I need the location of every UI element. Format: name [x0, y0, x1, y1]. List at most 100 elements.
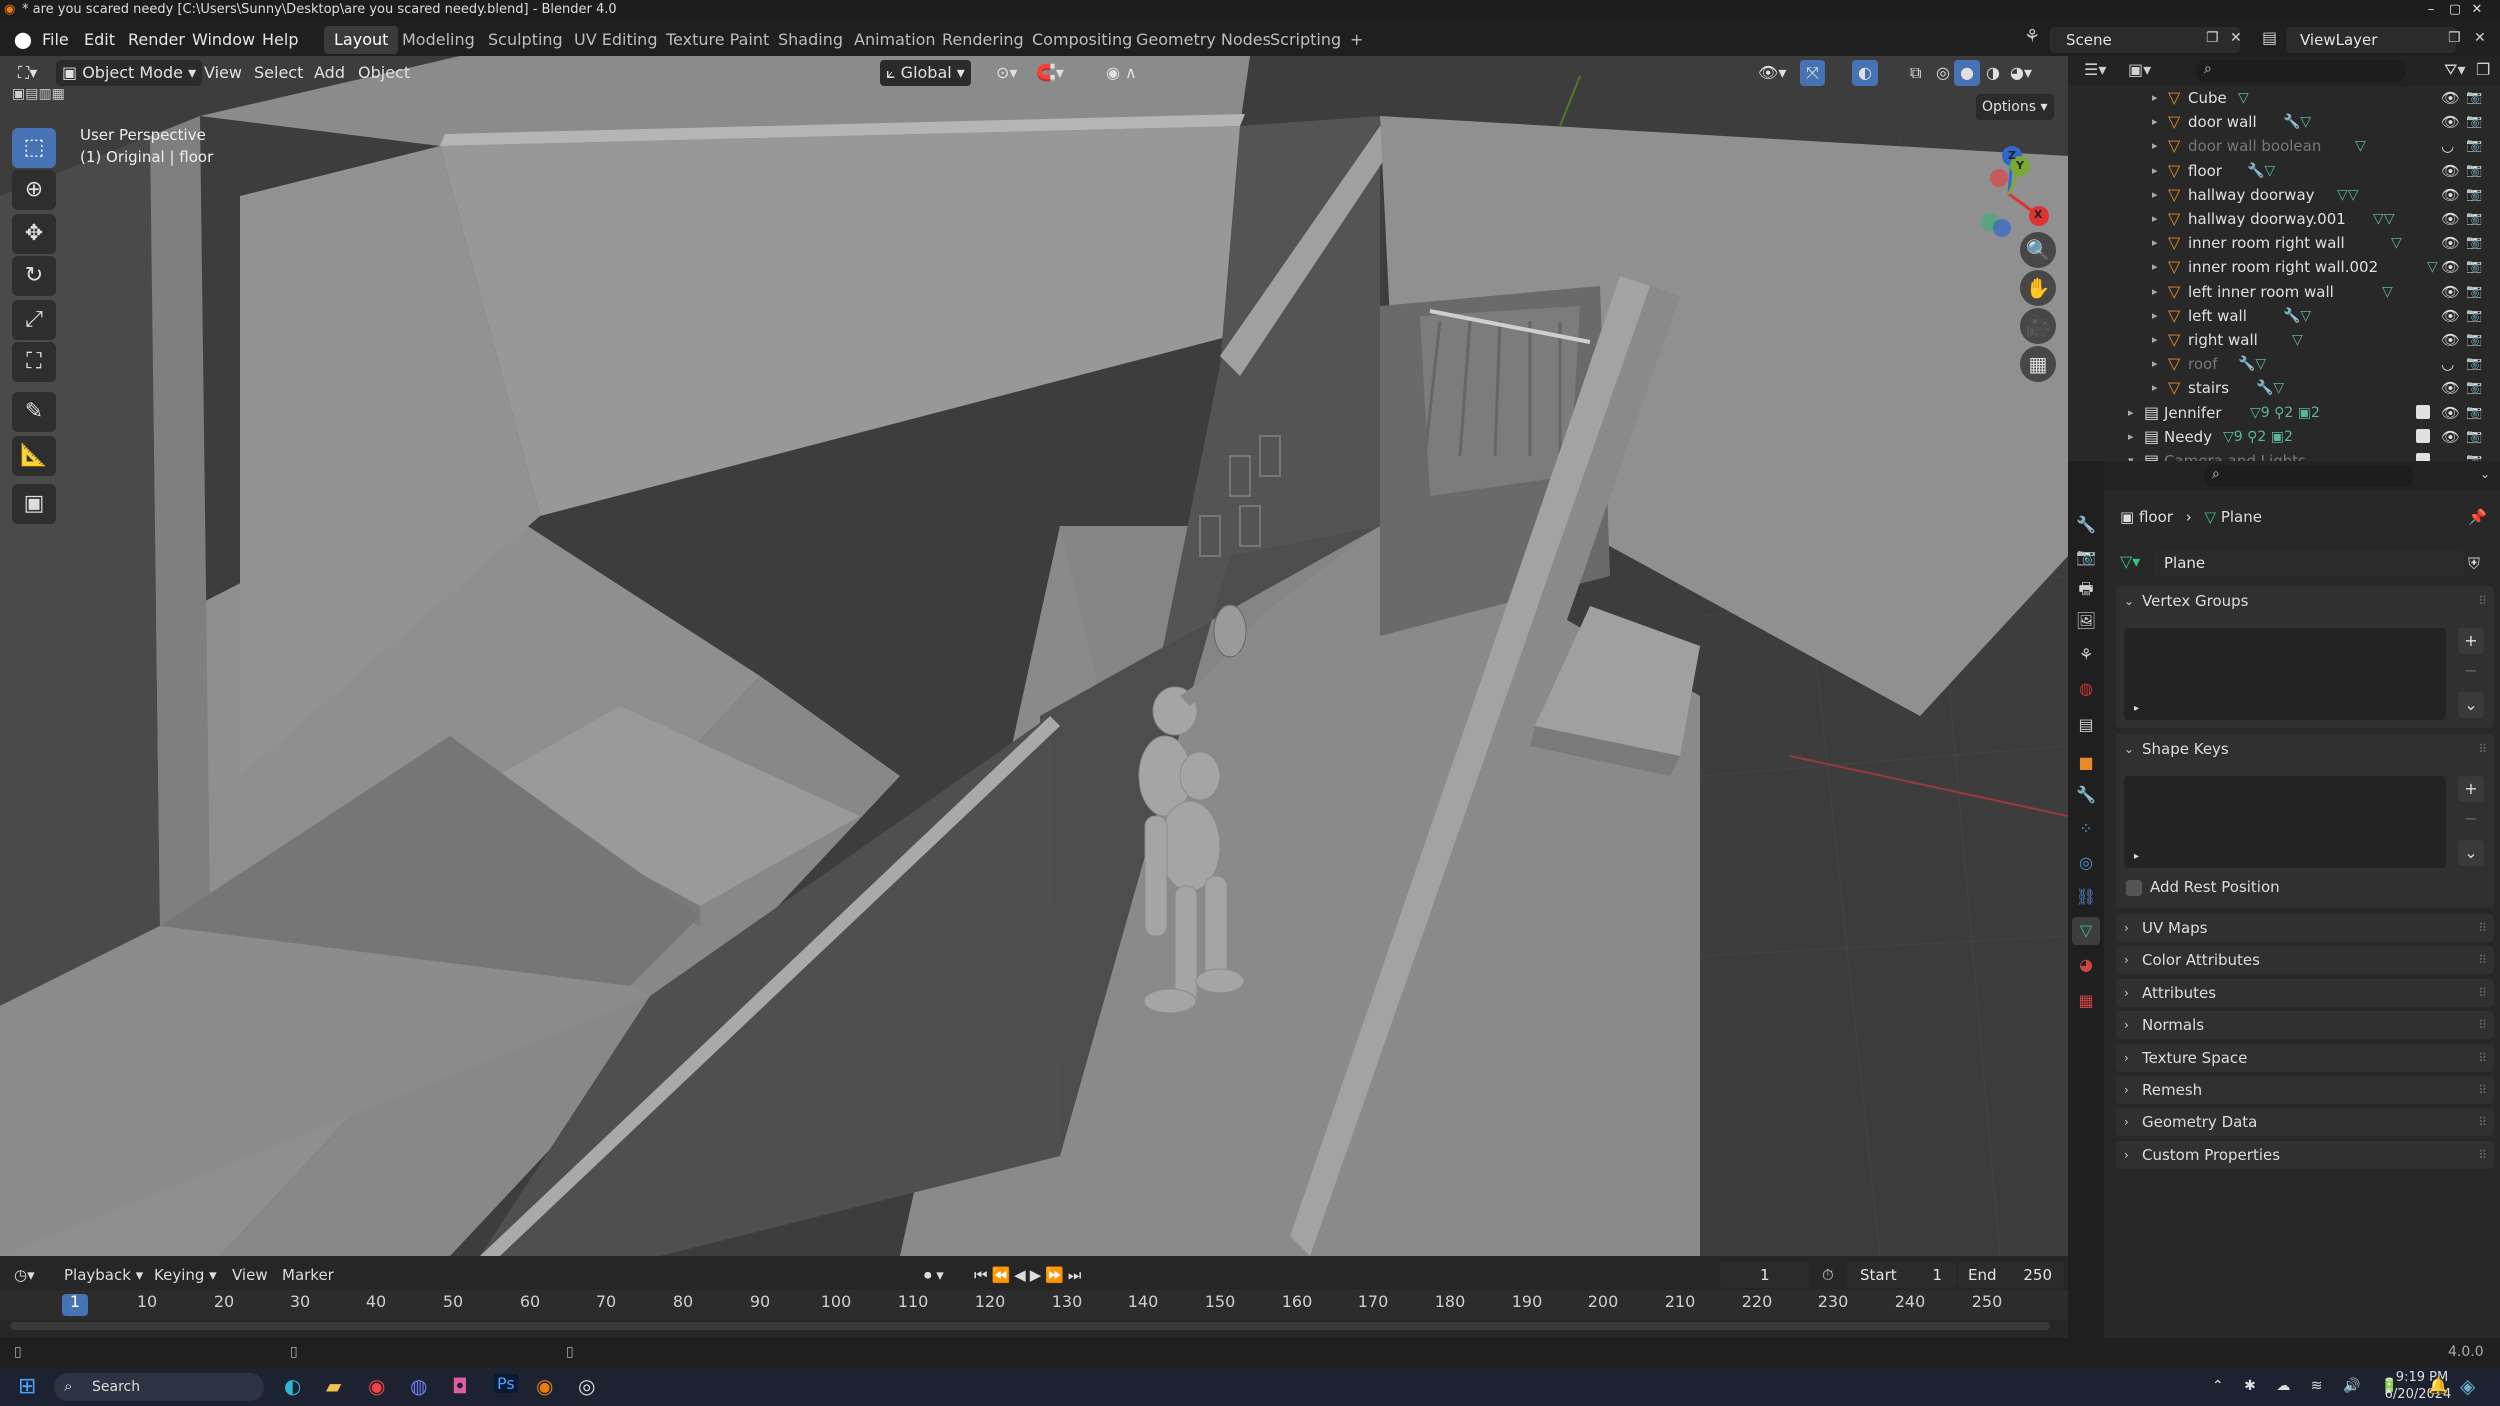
render-camera-icon[interactable]: 📷 — [2466, 401, 2482, 425]
outliner-editor-icon[interactable]: ☰▾ — [2084, 60, 2106, 79]
panel-header[interactable]: › Remesh ⠿ — [2116, 1076, 2494, 1104]
editor-type-icon[interactable]: ⛶▾ — [12, 60, 43, 86]
display-mode-icon[interactable]: ▣▾ — [2128, 60, 2151, 79]
object-tab-icon[interactable]: ■ — [2072, 749, 2100, 777]
panel-custom-properties[interactable]: › Custom Properties ⠿ — [2116, 1140, 2494, 1169]
timeline-menu-view[interactable]: View — [232, 1262, 268, 1288]
list-expand-icon[interactable]: ▸ — [2134, 703, 2139, 714]
outliner-object-row[interactable]: ▸ ▽ stairs 🔧▽ 👁 📷 — [2068, 376, 2500, 400]
modifier-data-icons[interactable]: ▽ — [2292, 328, 2303, 352]
drag-handle-icon[interactable]: ⠿ — [2478, 586, 2487, 616]
panel-header[interactable]: › Geometry Data ⠿ — [2116, 1108, 2494, 1136]
render-camera-icon[interactable]: 📷 — [2466, 110, 2482, 134]
pan-hand-icon[interactable]: ✋ — [2020, 270, 2056, 306]
scale-tool[interactable]: ⤢ — [12, 300, 56, 340]
expand-arrow-icon[interactable]: ▸ — [2128, 401, 2134, 425]
modifier-data-icons[interactable]: 🔧▽ — [2283, 110, 2311, 134]
selection-mode-icons[interactable]: ▣▤▥▦ — [12, 86, 65, 102]
drag-handle-icon[interactable]: ⠿ — [2478, 979, 2487, 1007]
panel-uv-maps[interactable]: › UV Maps ⠿ — [2116, 914, 2494, 942]
options-dropdown[interactable]: Options ▾ — [1976, 94, 2054, 120]
cursor-tool[interactable]: ⊕ — [12, 170, 56, 210]
remove-scene-icon[interactable]: ✕ — [2230, 30, 2242, 46]
tab-geometry-nodes[interactable]: Geometry Nodes — [1126, 26, 1281, 54]
view-layer-selector[interactable]: ViewLayer — [2286, 27, 2456, 53]
eye-icon[interactable]: 👁 — [2441, 425, 2460, 449]
3d-viewport[interactable]: ⬚ ⊕ ✥ ↻ ⤢ ⛶ ✎ 📐 ▣ User Perspective (1) O… — [0, 56, 2068, 1256]
tab-compositing[interactable]: Compositing — [1022, 26, 1142, 54]
gizmo-toggle-icon[interactable]: ⤧ — [1800, 60, 1825, 86]
expand-arrow-icon[interactable]: ▸ — [2152, 376, 2158, 400]
eye-icon[interactable]: 👁 — [2441, 401, 2460, 425]
render-camera-icon[interactable]: 📷 — [2466, 183, 2482, 207]
expand-arrow-icon[interactable]: ▸ — [2152, 86, 2158, 110]
add-shape-key-button[interactable]: + — [2458, 776, 2484, 802]
outliner-object-row[interactable]: ▸ ▽ inner room right wall.002 ▽ 👁 📷 — [2068, 255, 2500, 279]
pin-icon[interactable]: 📌 — [2468, 508, 2487, 526]
remove-shape-key-button[interactable]: − — [2458, 806, 2484, 832]
viewport-menu-view[interactable]: View — [198, 60, 248, 86]
outliner[interactable]: ☰▾ ▣▾ ⌕ ⛛▾ ❐ ▸ ▽ Cube ▽ 👁 📷 ▸ ▽ door wall 🔧▽ 👁 📷 ▸ ▽ d… — [2068, 56, 2500, 461]
modifier-data-icons[interactable]: 🔧▽ — [2247, 159, 2275, 183]
edge-icon[interactable]: ◐ — [284, 1374, 301, 1398]
expand-arrow-icon[interactable]: ▸ — [2152, 231, 2158, 255]
filter-icon[interactable]: ⛛▾ — [2444, 60, 2465, 80]
mesh-data-tab-icon[interactable]: ▽ — [2072, 917, 2100, 945]
drag-handle-icon[interactable]: ⠿ — [2478, 734, 2487, 764]
render-camera-icon[interactable]: 📷 — [2466, 280, 2482, 304]
fake-user-icon[interactable]: ⛨ — [2468, 554, 2480, 574]
move-tool[interactable]: ✥ — [12, 214, 56, 254]
exclude-checkbox[interactable] — [2416, 428, 2430, 443]
outliner-object-row[interactable]: ▸ ▽ right wall ▽ 👁 📷 — [2068, 328, 2500, 352]
panel-header[interactable]: › Color Attributes ⠿ — [2116, 946, 2494, 974]
modifier-data-icons[interactable]: ▽9 ⚲2 ▣2 — [2250, 401, 2320, 425]
list-expand-icon[interactable]: ▸ — [2134, 851, 2139, 862]
modifier-data-icons[interactable]: 🔧▽ — [2283, 304, 2311, 328]
new-scene-icon[interactable]: ❐ — [2206, 30, 2219, 46]
discord-icon[interactable]: ◍ — [410, 1374, 427, 1398]
tab-layout[interactable]: Layout — [324, 26, 399, 54]
expand-arrow-icon[interactable]: ▸ — [2152, 183, 2158, 207]
instagram-icon[interactable]: ◘ — [452, 1374, 468, 1398]
outliner-object-row[interactable]: ▸ ▽ inner room right wall ▽ 👁 📷 — [2068, 231, 2500, 255]
timeline-menu-playback[interactable]: Playback ▾ — [64, 1262, 143, 1288]
render-camera-icon[interactable]: 📷 — [2466, 255, 2482, 279]
outliner-collection-row[interactable]: ▸ ▤ Jennifer ▽9 ⚲2 ▣2 👁 📷 — [2068, 401, 2500, 425]
outliner-object-row[interactable]: ▸ ▽ roof 🔧▽ ◡ 📷 — [2068, 352, 2500, 376]
tab-scripting[interactable]: Scripting — [1260, 26, 1351, 54]
menu-render[interactable]: Render — [124, 28, 189, 52]
eye-icon[interactable]: 👁 — [2441, 86, 2460, 110]
end-frame-field[interactable]: End 250 — [1958, 1262, 2064, 1288]
auto-keying-icon[interactable]: ⏺ ▾ — [924, 1262, 944, 1288]
vertex-groups-list[interactable]: ▸ — [2124, 628, 2446, 720]
menu-edit[interactable]: Edit — [80, 28, 119, 52]
render-camera-icon[interactable]: 📷 — [2466, 134, 2482, 158]
drag-handle-icon[interactable]: ⠿ — [2478, 1108, 2487, 1136]
tab-sculpting[interactable]: Sculpting — [478, 26, 573, 54]
preview-range-icon[interactable]: ⏱ — [1822, 1262, 1834, 1288]
close-button[interactable]: ✕ — [2454, 0, 2500, 20]
render-camera-icon[interactable]: 📷 — [2466, 86, 2482, 110]
solid-shading-icon[interactable]: ● — [1954, 60, 1980, 86]
outliner-object-row[interactable]: ▸ ▽ hallway doorway ▽▽ 👁 📷 — [2068, 183, 2500, 207]
particles-tab-icon[interactable]: ⁘ — [2072, 815, 2100, 843]
playback-controls[interactable]: ⏮⏪◀▶⏩⏭ — [974, 1262, 1085, 1288]
modifier-data-icons[interactable]: ▽ — [2427, 255, 2438, 279]
panel-header[interactable]: › Normals ⠿ — [2116, 1011, 2494, 1039]
add-cube-tool[interactable]: ▣ — [12, 484, 56, 524]
tab-rendering[interactable]: Rendering — [932, 26, 1034, 54]
taskbar-search[interactable]: ⌕ Search — [54, 1373, 264, 1401]
eye-closed-icon[interactable]: ◡ — [2441, 449, 2454, 461]
xray-icon[interactable]: ⧉ — [1904, 60, 1927, 86]
annotate-tool[interactable]: ✎ — [12, 392, 56, 432]
panel-header[interactable]: › Texture Space ⠿ — [2116, 1044, 2494, 1072]
expand-arrow-icon[interactable]: ▸ — [2152, 134, 2158, 158]
obs-icon[interactable]: ◎ — [578, 1374, 595, 1398]
material-tab-icon[interactable]: ◕ — [2072, 951, 2100, 979]
menu-help[interactable]: Help — [258, 28, 302, 52]
collapse-arrow-icon[interactable]: ⌄ — [2480, 467, 2490, 481]
timeline-menu-keying[interactable]: Keying ▾ — [154, 1262, 217, 1288]
timeline-editor-icon[interactable]: ◷▾ — [14, 1262, 35, 1288]
pivot-point-icon[interactable]: ⊙▾ — [990, 60, 1023, 86]
tab-shading[interactable]: Shading — [768, 26, 853, 54]
